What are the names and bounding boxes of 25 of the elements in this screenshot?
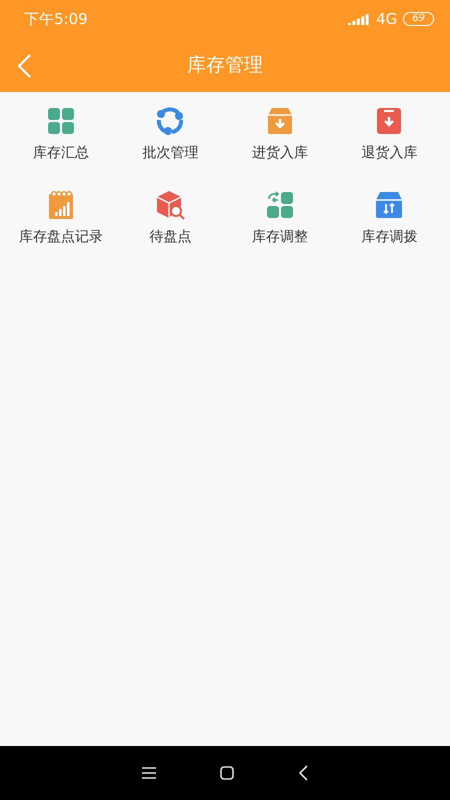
menu-item[interactable]: 库存调拨 — [334, 190, 444, 246]
swap-grid-icon — [264, 190, 295, 220]
menu-item[interactable]: 退货入库 — [334, 106, 444, 162]
back-nav-button[interactable] — [296, 763, 310, 783]
page-title: 库存管理 — [187, 53, 263, 78]
menu-item[interactable]: 待盘点 — [116, 190, 225, 246]
menu-item[interactable]: 批次管理 — [116, 106, 225, 162]
menu-item[interactable]: 库存调整 — [225, 190, 334, 246]
back-icon — [16, 53, 32, 79]
box-transfer-icon — [374, 190, 404, 220]
grid-icon — [46, 106, 76, 136]
menu-icon — [142, 767, 156, 779]
back-icon — [298, 765, 308, 781]
signal-icon — [348, 13, 370, 25]
cycle-icon — [155, 106, 186, 136]
status-time: 下午5:09 — [24, 10, 89, 28]
home-button[interactable] — [218, 764, 236, 782]
network-type: 4G — [376, 10, 398, 28]
menu-button[interactable] — [140, 765, 158, 781]
menu-item[interactable]: 库存汇总 — [6, 106, 116, 162]
menu-item[interactable]: 库存盘点记录 — [6, 190, 116, 246]
battery-level: 69 — [403, 12, 434, 26]
home-icon — [220, 766, 234, 780]
box-search-icon — [155, 190, 186, 220]
menu-item[interactable]: 进货入库 — [225, 106, 334, 162]
